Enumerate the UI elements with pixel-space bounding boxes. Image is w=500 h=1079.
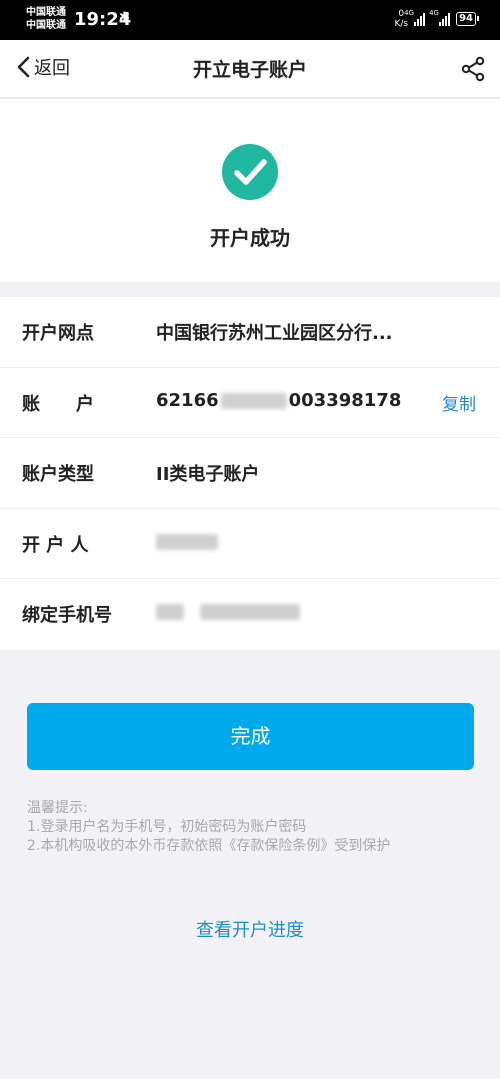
signal-1-tag: 4G (404, 9, 414, 17)
branch-value: 中国银行苏州工业园区分行... (156, 323, 393, 344)
account-type-label: 账户类型 (22, 464, 94, 485)
net-speed-unit: K/s (394, 19, 409, 29)
signal-2-tag: 4G (429, 9, 439, 17)
info-row-holder: 开 户 人 (0, 509, 500, 579)
carrier-1: 中国联通 (26, 7, 66, 18)
signal-icon: 4G (429, 9, 451, 26)
page-title: 开立电子账户 (192, 59, 307, 81)
redacted-mask (220, 392, 287, 409)
tips: 温馨提示: 1.登录用户名为手机号，初始密码为账户密码 2.本机构吸收的本外币存… (27, 799, 482, 856)
redacted-mask (156, 604, 184, 620)
nav-bar: 返回 开立电子账户 (0, 40, 500, 98)
phone-value (156, 601, 301, 622)
bluetooth-icon: ✱ (119, 10, 130, 25)
signal-icon: 4G (404, 9, 426, 26)
account-number: 62166 003398178 (156, 390, 401, 411)
info-row-type: 账户类型 II类电子账户 (0, 438, 500, 509)
done-button[interactable]: 完成 (27, 703, 474, 770)
account-number-prefix: 62166 (156, 389, 219, 411)
status-bar: 中国联通 中国联通 19:24 ✱ 0 K/s 4G 4G 94 (0, 0, 500, 40)
account-type-value: II类电子账户 (156, 464, 260, 485)
tips-title: 温馨提示: (27, 800, 88, 816)
copy-button[interactable]: 复制 (442, 390, 476, 415)
account-number-suffix: 003398178 (288, 389, 402, 411)
redacted-mask (200, 604, 301, 620)
redacted-mask (156, 533, 218, 550)
battery-level: 94 (459, 13, 473, 24)
share-button[interactable] (460, 56, 486, 86)
phone-label: 绑定手机号 (22, 605, 112, 626)
info-row-account: 账 户 62166 003398178 复制 (0, 368, 500, 438)
tip-line: 2.本机构吸收的本外币存款依照《存款保险条例》受到保护 (27, 838, 391, 854)
battery-icon: 94 (456, 12, 479, 26)
account-info-list: 开户网点 中国银行苏州工业园区分行... 账 户 62166 003398178 … (0, 297, 500, 650)
carrier-names: 中国联通 中国联通 (26, 6, 66, 32)
holder-value (156, 531, 218, 552)
success-message: 开户成功 (210, 226, 290, 250)
tip-line: 1.登录用户名为手机号，初始密码为账户密码 (27, 819, 307, 835)
view-progress-link[interactable]: 查看开户进度 (0, 916, 500, 942)
check-circle-icon (222, 144, 278, 200)
info-row-branch: 开户网点 中国银行苏州工业园区分行... (0, 297, 500, 368)
holder-label: 开 户 人 (22, 534, 89, 556)
status-indicators: 0 K/s 4G 4G 94 (394, 9, 479, 29)
carrier-2: 中国联通 (26, 20, 66, 31)
share-icon (461, 56, 485, 82)
branch-label: 开户网点 (22, 323, 94, 344)
account-label: 账 户 (22, 393, 94, 415)
info-row-phone: 绑定手机号 (0, 579, 500, 650)
success-panel: 开户成功 (0, 99, 500, 282)
